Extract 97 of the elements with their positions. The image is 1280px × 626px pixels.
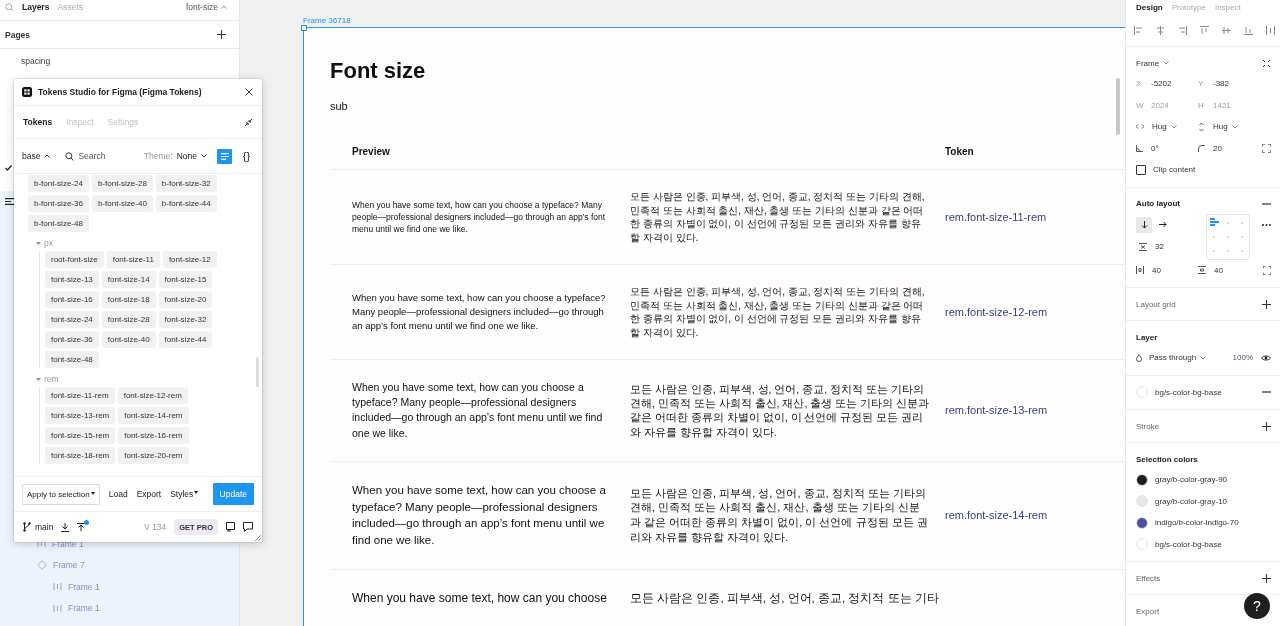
token-pill[interactable]: font-size-13 bbox=[45, 271, 99, 288]
preview-text: When you have some text, how can you choose a typeface? Many people—professional designers included—go through an app’s font menu until we find one we like. bbox=[352, 380, 604, 441]
spacing-field[interactable]: 32 bbox=[1155, 242, 1164, 251]
token-pill[interactable]: font-size-44 bbox=[158, 331, 213, 348]
token-pill[interactable]: b-font-size-36 bbox=[28, 195, 89, 212]
panel-tab[interactable]: Layers bbox=[22, 2, 50, 12]
preview-text: When you have some text, how can you choose a typeface? Many people—professional designers included—go through an app’s font menu until we find one we like. bbox=[352, 198, 607, 236]
checkbox-label: Clip content bbox=[1153, 165, 1196, 175]
column-header: Token bbox=[945, 145, 974, 157]
footer-button[interactable]: Styles bbox=[170, 483, 199, 505]
page-item[interactable]: spacing bbox=[0, 49, 51, 73]
token-pill[interactable]: font-size-14-rem bbox=[118, 407, 189, 424]
preview-text: 모든 사람은 인종, 피부색, 성, 언어, 종교, 정치적 또는 기타 bbox=[630, 590, 939, 606]
field-label: W bbox=[1136, 100, 1143, 110]
field-label: X bbox=[1136, 79, 1143, 89]
branch-button[interactable]: main bbox=[23, 522, 54, 532]
token-pill[interactable]: font-size-28 bbox=[101, 311, 156, 328]
padding-field[interactable]: 40 bbox=[1214, 265, 1223, 275]
section-title: Selection colors bbox=[1136, 454, 1198, 464]
footer-button[interactable]: Apply to selection bbox=[22, 483, 100, 505]
token-set-dropdown[interactable]: base bbox=[22, 151, 51, 161]
token-pill[interactable]: font-size-13-rem bbox=[45, 407, 116, 424]
opacity-field[interactable]: 100% bbox=[1232, 353, 1253, 363]
token-pill[interactable]: font-size-15 bbox=[158, 271, 213, 288]
token-name: rem.font-size-11-rem bbox=[945, 211, 1047, 223]
token-pill[interactable]: font-size-32 bbox=[158, 311, 213, 328]
token-pill[interactable]: font-size-12-rem bbox=[117, 387, 188, 404]
token-name: rem.font-size-13-rem bbox=[945, 404, 1048, 417]
token-pill[interactable]: font-size-12 bbox=[162, 251, 217, 268]
frame-type-dropdown[interactable]: Frame bbox=[1136, 58, 1170, 68]
json-view-button[interactable]: {} bbox=[239, 148, 254, 164]
panel-tab[interactable]: Design bbox=[1136, 2, 1163, 12]
token-pill[interactable]: b-font-size-24 bbox=[28, 175, 89, 192]
preview-text: When you have some text, how can you choose a typeface? Many people—professional designers included—go through an app’s font menu until we find one we like. bbox=[352, 291, 607, 333]
preview-text: 모든 사람은 인종, 피부색, 성, 언어, 종교, 정치적 또는 기타의 견해, 민족적 또는 사회적 출신, 재산, 출생 또는 기타의 신분과 같은 어떠한 종류의 차별이 없이, 이 선언에 규정된 모든 권리와 자유를 향유할 자격이 있다. bbox=[630, 190, 926, 244]
subtitle: sub bbox=[330, 100, 349, 114]
token-pill[interactable]: font-size-16-rem bbox=[118, 427, 189, 444]
token-pill[interactable]: font-size-18 bbox=[101, 291, 156, 308]
help-button[interactable]: ? bbox=[1244, 593, 1270, 619]
preview-text: 모든 사람은 인종, 피부색, 성, 언어, 종교, 정치적 또는 기타의 견해, 민족적 또는 사회적 출신, 재산, 출생 또는 기타의 신분과 같은 어떠한 종류의 차별이 없이, 이 선언에 규정된 모든 권리와 자유를 향유할 자격이 있다. bbox=[630, 485, 929, 545]
field-label: Y bbox=[1198, 79, 1205, 89]
radius-field[interactable]: 20 bbox=[1213, 143, 1222, 153]
page-title: Font size bbox=[330, 57, 427, 85]
number-field[interactable]: -5202 bbox=[1151, 79, 1172, 89]
preview-text: 모든 사람은 인종, 피부색, 성, 언어, 종교, 정치적 또는 기타의 견해, 민족적 또는 사회적 출신, 재산, 출생 또는 기타의 신분과 같은 어떠한 종류의 차별이 없이, 이 선언에 규정된 모든 권리와 자유를 향유할 자격이 있다. bbox=[630, 285, 926, 339]
plugin-tab[interactable]: Tokens bbox=[23, 117, 53, 127]
token-pill[interactable]: font-size-40 bbox=[101, 331, 156, 348]
token-pill[interactable]: font-size-36 bbox=[45, 331, 99, 348]
resizing-dropdown[interactable]: Hug bbox=[1213, 122, 1238, 132]
padding-field[interactable]: 40 bbox=[1152, 265, 1161, 275]
token-pill[interactable]: b-font-size-40 bbox=[91, 195, 153, 212]
search-field[interactable]: Search bbox=[78, 151, 139, 161]
column-header: Preview bbox=[352, 145, 391, 157]
section-title: Auto layout bbox=[1136, 199, 1180, 208]
plugin-title: Tokens Studio for Figma (Figma Tokens) bbox=[38, 87, 203, 97]
field-label: H bbox=[1198, 100, 1205, 110]
token-pill[interactable]: font-size-48 bbox=[45, 351, 99, 368]
blend-mode-dropdown[interactable]: Pass through bbox=[1149, 353, 1207, 363]
token-pill[interactable]: font-size-16 bbox=[45, 291, 99, 308]
token-pill[interactable]: font-size-20 bbox=[158, 291, 213, 308]
token-pill[interactable]: font-size-20-rem bbox=[118, 447, 189, 464]
section-title: Effects bbox=[1136, 573, 1161, 583]
section-title: Pages bbox=[5, 29, 31, 40]
token-pill[interactable]: b-font-size-48 bbox=[28, 215, 89, 232]
token-pill[interactable]: font-size-15-rem bbox=[45, 427, 116, 444]
preview-text: When you have some text, how can you choose a typeface? Many people—professional designers included—go through an app’s font menu until we find one we like. bbox=[352, 482, 607, 548]
token-pill[interactable]: font-size-14 bbox=[101, 271, 156, 288]
fill-style-name[interactable]: bg/s-color-bg-base bbox=[1155, 387, 1222, 397]
number-field[interactable]: -382 bbox=[1213, 79, 1229, 89]
token-pill[interactable]: font-size-11-rem bbox=[45, 387, 115, 404]
page-picker[interactable]: font-size bbox=[185, 2, 227, 12]
preview-text: When you have some text, how can you choose bbox=[352, 589, 607, 607]
theme-dropdown[interactable]: Theme: None bbox=[143, 151, 207, 161]
token-pill[interactable]: root-font-size bbox=[45, 251, 104, 268]
section-title: Stroke bbox=[1136, 421, 1160, 431]
section-title: Layer bbox=[1136, 332, 1158, 342]
rotation-field[interactable]: 0° bbox=[1151, 143, 1159, 153]
version-label: V 134 bbox=[144, 522, 167, 532]
preview-text: 모든 사람은 인종, 피부색, 성, 언어, 종교, 정치적 또는 기타의 견해, 민족적 또는 사회적 출신, 재산, 출생 또는 기타의 신분과 같은 어떠한 종류의 차별이 없이, 이 선언에 규정된 모든 권리와 자유를 향유할 자격이 있다. bbox=[630, 382, 930, 439]
frame-label: Frame 36718 bbox=[303, 16, 351, 25]
footer-button[interactable]: Load bbox=[108, 483, 128, 505]
token-pill[interactable]: font-size-24 bbox=[45, 311, 99, 328]
token-pill[interactable]: font-size-18-rem bbox=[45, 447, 116, 464]
resizing-dropdown[interactable]: Hug bbox=[1152, 122, 1177, 132]
token-name: rem.font-size-14-rem bbox=[945, 509, 1048, 522]
color-style-name[interactable]: bg/s-color-bg-base bbox=[1155, 539, 1222, 549]
section-title: Export bbox=[1136, 606, 1160, 616]
footer-button[interactable]: Export bbox=[136, 483, 162, 505]
token-pill[interactable]: b-font-size-28 bbox=[91, 175, 153, 192]
color-style-name[interactable]: gray/b-color-gray-90 bbox=[1155, 475, 1228, 485]
color-style-name[interactable]: gray/b-color-gray-10 bbox=[1155, 496, 1228, 506]
token-pill[interactable]: font-size-11 bbox=[106, 251, 160, 268]
token-pill[interactable]: b-font-size-44 bbox=[155, 195, 217, 212]
color-style-name[interactable]: indigo/b-color-indigo-70 bbox=[1155, 518, 1239, 528]
section-title: Layout grid bbox=[1136, 299, 1176, 309]
token-pill[interactable]: b-font-size-32 bbox=[155, 175, 217, 192]
token-name: rem.font-size-12-rem bbox=[945, 306, 1048, 318]
